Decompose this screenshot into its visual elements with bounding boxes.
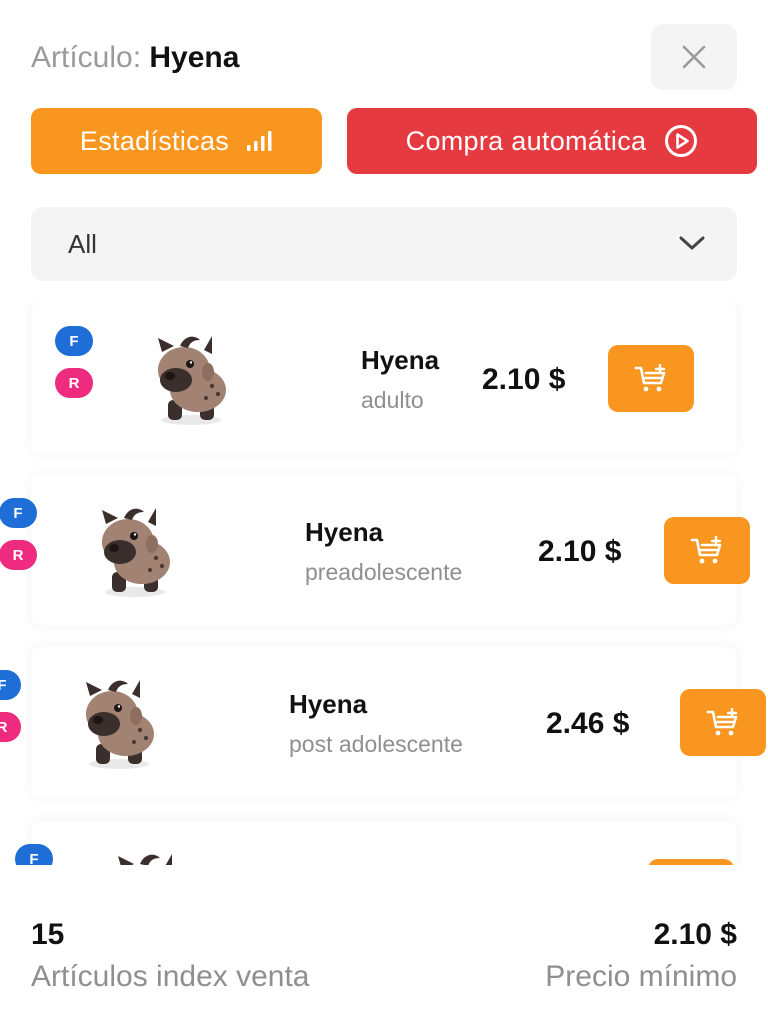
cart-plus-icon — [634, 364, 668, 394]
cart-plus-icon — [690, 536, 724, 566]
item-name: Hyena — [361, 345, 440, 375]
filter-select[interactable]: All — [31, 207, 737, 281]
badge-fly: F — [0, 498, 37, 528]
list-item: F R Hyena preadolescente 2.10 $ — [0, 475, 750, 625]
listing-list: F R Hyena adulto 2.10 $ F R Hyena preado… — [0, 303, 768, 865]
close-icon — [682, 45, 706, 69]
add-to-cart-button[interactable] — [608, 345, 694, 412]
hyena-pet-image — [90, 500, 180, 600]
item-stage: post adolescente — [289, 731, 463, 757]
close-button[interactable] — [651, 24, 737, 90]
badge-fly: F — [55, 326, 93, 356]
signal-bars-icon — [247, 131, 272, 151]
list-item: F R Hyena adulto 2.10 $ — [31, 303, 737, 453]
minimum-price: 2.10 $ — [653, 918, 737, 951]
item-price: 2.10 $ — [538, 535, 622, 568]
item-price: 2.10 $ — [482, 363, 566, 396]
hyena-pet-image — [146, 328, 236, 428]
item-stage: preadolescente — [305, 559, 463, 585]
cart-plus-icon — [706, 708, 740, 738]
badge-ride: R — [0, 540, 37, 570]
badge-fly: F — [0, 670, 21, 700]
statistics-button-label: Estadísticas — [79, 125, 230, 156]
list-item: F R Hyena post adolescente 2.46 $ — [0, 647, 766, 797]
hyena-pet-image — [106, 846, 196, 865]
badge-fly: F — [15, 844, 53, 865]
item-stage: adulto — [361, 387, 424, 413]
chevron-down-icon — [679, 236, 705, 250]
listing-count: 15 — [31, 918, 65, 951]
title-item-name: Hyena — [149, 41, 240, 74]
hyena-pet-image — [74, 672, 164, 772]
list-item: F — [15, 821, 737, 865]
item-name: Hyena — [289, 689, 368, 719]
badge-ride: R — [0, 712, 21, 742]
footer-summary: 15 Artículos index venta 2.10 $ Precio m… — [0, 865, 768, 1024]
title-prefix: Artículo: — [31, 41, 142, 74]
item-name: Hyena — [305, 517, 384, 547]
auto-buy-button-label: Compra automática — [405, 125, 647, 156]
badge-ride: R — [55, 368, 93, 398]
minimum-price-label: Precio mínimo — [545, 960, 737, 993]
play-circle-icon — [665, 125, 698, 157]
header: Artículo: Hyena — [31, 24, 737, 92]
page-title: Artículo: Hyena — [31, 40, 239, 76]
add-to-cart-button[interactable] — [664, 517, 750, 584]
filter-select-value: All — [68, 229, 97, 259]
add-to-cart-button[interactable] — [680, 689, 766, 756]
statistics-button[interactable]: Estadísticas — [31, 108, 322, 174]
auto-buy-button[interactable]: Compra automática — [347, 108, 757, 174]
item-price: 2.46 $ — [546, 707, 630, 740]
listing-count-label: Artículos index venta — [31, 960, 310, 993]
